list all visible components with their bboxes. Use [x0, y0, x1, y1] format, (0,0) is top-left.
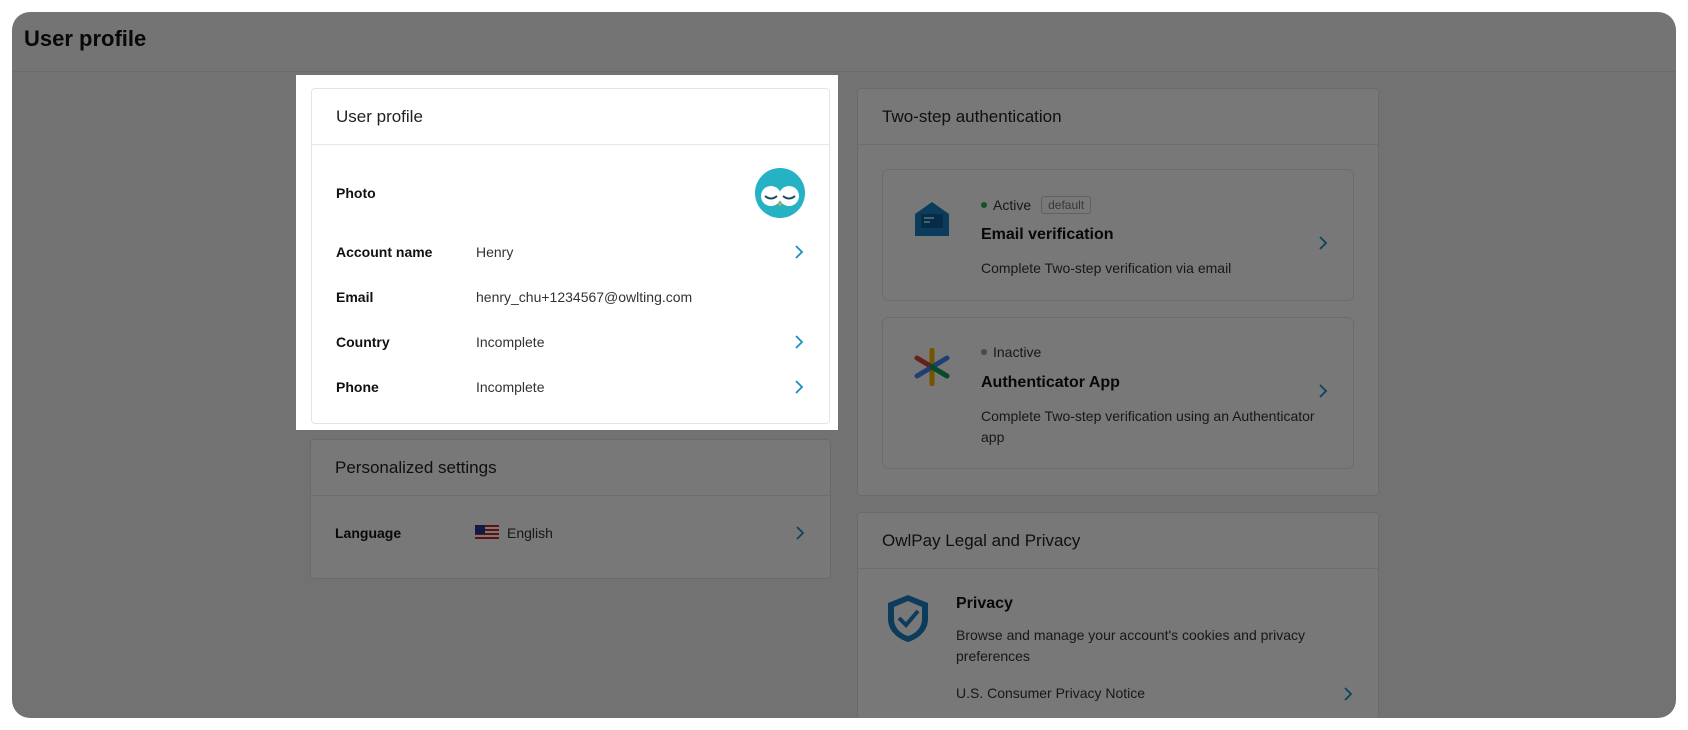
privacy-desc: Browse and manage your account's cookies… [956, 627, 1305, 664]
phone-label: Phone [336, 378, 379, 395]
shield-check-icon [888, 595, 928, 642]
envelope-icon [915, 202, 949, 236]
country-label: Country [336, 333, 390, 350]
chevron-right-icon [793, 244, 805, 259]
inactive-status-dot [981, 349, 987, 355]
phone-value: Incomplete [476, 378, 545, 395]
email-value: henry_chu+1234567@owlting.com [476, 288, 693, 305]
email-label: Email [336, 288, 374, 305]
user-profile-card: User profile Photo Account name Henry Em… [311, 88, 830, 424]
account-name-value: Henry [476, 243, 514, 260]
chevron-right-icon [794, 525, 806, 540]
user-profile-title: User profile [312, 89, 829, 145]
personalized-settings-card: Personalized settings Language English [310, 439, 831, 579]
phone-row[interactable]: Phone Incomplete [312, 364, 829, 409]
user-profile-spotlight: User profile Photo Account name Henry Em… [296, 75, 838, 430]
authenticator-status: Inactive [993, 344, 1042, 360]
account-name-row[interactable]: Account name Henry [312, 229, 829, 274]
owl-avatar-icon[interactable] [755, 168, 805, 218]
personalized-settings-title: Personalized settings [311, 440, 830, 496]
two-step-title: Two-step authentication [858, 89, 1378, 145]
privacy-title: Privacy [956, 595, 1013, 612]
language-value: English [507, 524, 553, 541]
email-status: Active [993, 197, 1032, 213]
email-verification-desc: Complete Two-step verification via email [981, 260, 1232, 276]
legal-privacy-title: OwlPay Legal and Privacy [858, 513, 1378, 569]
email-verification-method[interactable]: Active default Email verification Comple… [882, 169, 1354, 301]
authenticator-app-method[interactable]: Inactive Authenticator App Complete Two-… [882, 317, 1354, 469]
consumer-privacy-notice-link[interactable]: U.S. Consumer Privacy Notice [956, 685, 1145, 701]
email-row: Email henry_chu+1234567@owlting.com [312, 274, 829, 319]
top-bar: User profile [12, 12, 1676, 72]
authenticator-app-desc: Complete Two-step verification using an … [981, 408, 1315, 445]
language-label: Language [335, 524, 402, 541]
email-verification-name: Email verification [981, 226, 1114, 243]
chevron-right-icon[interactable] [1342, 687, 1354, 706]
legal-privacy-card: OwlPay Legal and Privacy Privacy Browse … [857, 512, 1379, 718]
authenticator-asterisk-icon [914, 348, 950, 386]
chevron-right-icon [793, 379, 805, 394]
page-title: User profile [24, 26, 147, 51]
photo-label: Photo [336, 185, 376, 201]
default-tag: default [1041, 196, 1092, 214]
photo-row[interactable]: Photo [312, 157, 829, 229]
us-flag-icon [475, 524, 499, 541]
language-row[interactable]: Language English [311, 510, 830, 555]
two-step-card: Two-step authentication Active default E… [857, 88, 1379, 496]
chevron-right-icon [793, 334, 805, 349]
country-row[interactable]: Country Incomplete [312, 319, 829, 364]
authenticator-app-name: Authenticator App [981, 374, 1120, 391]
chevron-right-icon [1317, 236, 1329, 250]
chevron-right-icon [1317, 384, 1329, 398]
app-window: User profile Personalized settings Langu… [12, 12, 1676, 718]
active-status-dot [981, 202, 987, 208]
country-value: Incomplete [476, 333, 545, 350]
account-name-label: Account name [336, 243, 433, 260]
